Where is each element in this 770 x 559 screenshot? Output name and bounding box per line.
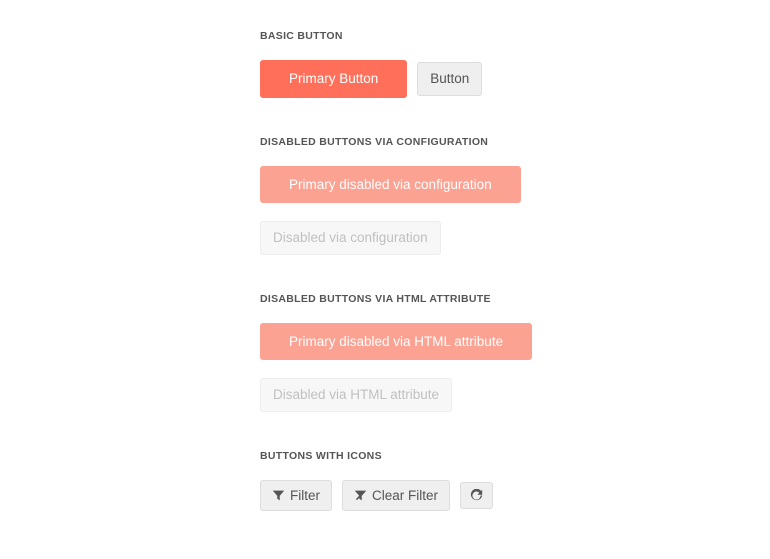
section-title: DISABLED BUTTONS VIA CONFIGURATION (260, 136, 770, 148)
button-row: Primary Button Button (260, 60, 770, 98)
section-title: DISABLED BUTTONS VIA HTML ATTRIBUTE (260, 293, 770, 305)
filter-button[interactable]: Filter (260, 480, 332, 512)
primary-disabled-config-button: Primary disabled via configuration (260, 166, 521, 204)
refresh-icon (470, 489, 483, 502)
default-button[interactable]: Button (417, 62, 482, 96)
section-title: BASIC BUTTON (260, 30, 770, 42)
disabled-config-button: Disabled via configuration (260, 221, 441, 255)
clear-filter-icon (354, 489, 367, 502)
button-stack: Primary disabled via configuration Disab… (260, 166, 770, 255)
primary-button[interactable]: Primary Button (260, 60, 407, 98)
filter-button-label: Filter (290, 487, 320, 505)
button-stack: Primary disabled via HTML attribute Disa… (260, 323, 770, 412)
section-disabled-config: DISABLED BUTTONS VIA CONFIGURATION Prima… (260, 136, 770, 255)
section-buttons-with-icons: BUTTONS WITH ICONS Filter Clear Filter (260, 450, 770, 512)
clear-filter-button[interactable]: Clear Filter (342, 480, 450, 512)
section-basic-button: BASIC BUTTON Primary Button Button (260, 30, 770, 98)
button-row: Filter Clear Filter (260, 480, 770, 512)
primary-disabled-html-button: Primary disabled via HTML attribute (260, 323, 532, 361)
clear-filter-button-label: Clear Filter (372, 487, 438, 505)
filter-icon (272, 489, 285, 502)
disabled-html-button: Disabled via HTML attribute (260, 378, 452, 412)
refresh-button[interactable] (460, 482, 493, 509)
section-disabled-html: DISABLED BUTTONS VIA HTML ATTRIBUTE Prim… (260, 293, 770, 412)
section-title: BUTTONS WITH ICONS (260, 450, 770, 462)
